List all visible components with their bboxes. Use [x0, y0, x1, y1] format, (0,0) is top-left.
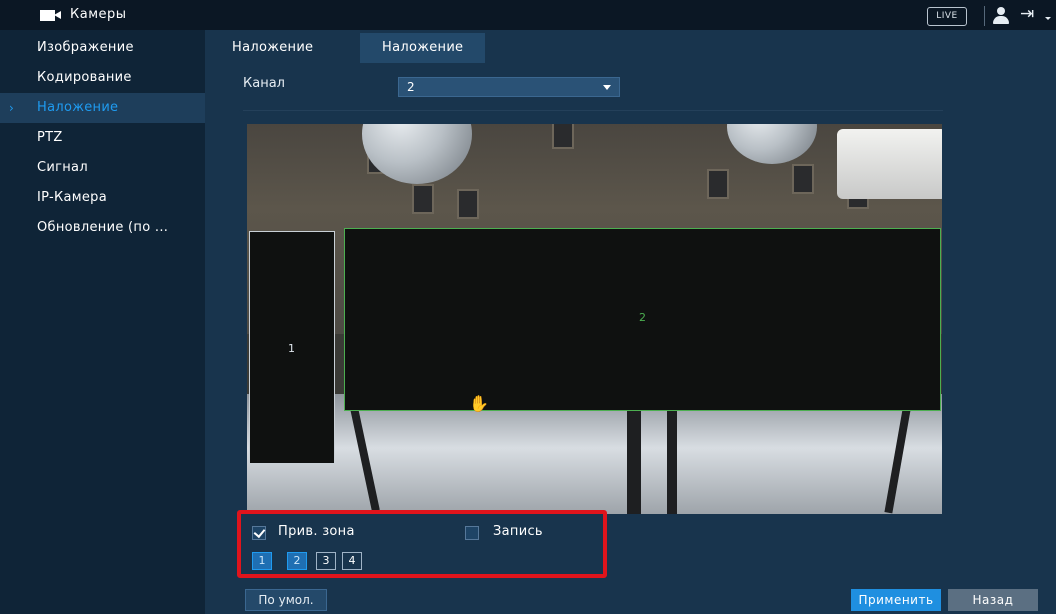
chevron-down-icon[interactable]: [1045, 17, 1051, 20]
sidebar-item-overlay[interactable]: › Наложение: [0, 93, 205, 123]
channel-value: 2: [407, 80, 415, 94]
zone-label: 2: [639, 311, 646, 324]
building-window: [792, 164, 814, 194]
sidebar-item-update[interactable]: Обновление (по ...: [0, 213, 205, 243]
sidebar-item-ip-camera[interactable]: IP-Камера: [0, 183, 205, 213]
sidebar-item-signal[interactable]: Сигнал: [0, 153, 205, 183]
top-bar: Камеры LIVE ⇥: [0, 0, 1056, 30]
building-window: [707, 169, 729, 199]
tab-overlay-2[interactable]: Наложение: [360, 33, 486, 63]
building-window: [412, 184, 434, 214]
channel-label: Канал: [243, 76, 285, 91]
default-button[interactable]: По умол.: [245, 589, 327, 611]
camera-icon: [40, 10, 62, 21]
user-icon[interactable]: [991, 7, 1011, 25]
hand-cursor-icon: ✋: [469, 394, 489, 413]
window-frame: [667, 394, 677, 514]
sidebar-item-label: Кодирование: [37, 70, 132, 85]
privacy-zone-1[interactable]: 1: [249, 231, 335, 464]
building-window: [457, 189, 479, 219]
main-panel: Наложение Наложение Канал 2 1 2 ✋ Прив. …: [205, 30, 1056, 614]
chevron-down-icon: [603, 85, 611, 90]
sidebar-item-label: PTZ: [37, 130, 63, 145]
sidebar-item-encoding[interactable]: Кодирование: [0, 63, 205, 93]
topbar-separator: [984, 6, 985, 26]
sidebar-item-image[interactable]: Изображение: [0, 33, 205, 63]
sidebar-item-label: Сигнал: [37, 160, 88, 175]
channel-select[interactable]: 2: [398, 77, 620, 97]
sidebar-item-label: Изображение: [37, 40, 134, 55]
privacy-zone-2[interactable]: 2: [344, 228, 941, 411]
video-preview[interactable]: 1 2 ✋: [247, 124, 942, 514]
window-frame: [627, 394, 641, 514]
sidebar-item-label: Наложение: [37, 100, 119, 115]
apply-button[interactable]: Применить: [851, 589, 941, 611]
app-title: Камеры: [70, 7, 127, 22]
divider: [243, 110, 943, 111]
sidebar-item-label: Обновление (по ...: [37, 220, 169, 235]
logout-icon[interactable]: ⇥: [1020, 4, 1034, 24]
tab-overlay-1[interactable]: Наложение: [210, 33, 335, 63]
light-fixture: [837, 129, 942, 199]
zone-label: 1: [288, 342, 295, 355]
live-button[interactable]: LIVE: [927, 7, 967, 26]
sidebar-item-ptz[interactable]: PTZ: [0, 123, 205, 153]
annotation-highlight-box: [237, 510, 607, 578]
active-marker-icon: ›: [9, 101, 15, 115]
back-button[interactable]: Назад: [948, 589, 1038, 611]
building-window: [552, 124, 574, 149]
sidebar-item-label: IP-Камера: [37, 190, 107, 205]
sidebar: Изображение Кодирование › Наложение PTZ С…: [0, 30, 205, 614]
